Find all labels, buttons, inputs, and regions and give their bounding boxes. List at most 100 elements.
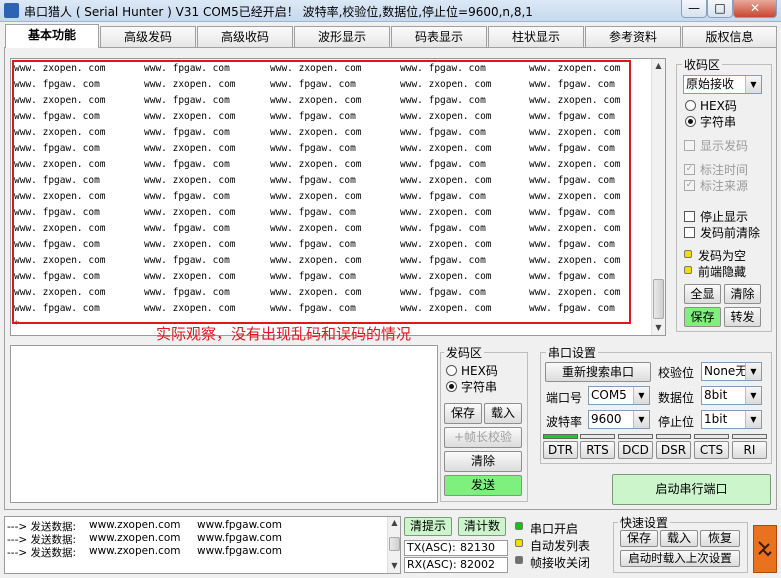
mark-time-label: 标注时间 [700, 163, 749, 177]
rescan-port-button[interactable]: 重新搜索串口 [545, 362, 651, 382]
rx-value: 82002 [460, 558, 495, 571]
dcd-indicator: DCD [618, 441, 653, 459]
baud-select[interactable]: 9600 ▼ [588, 410, 650, 429]
frame-length-check-button[interactable]: +帧长校验 [444, 427, 522, 448]
databits-label: 数据位 [658, 391, 695, 405]
ri-led [732, 434, 767, 439]
scroll-up-icon[interactable]: ▲ [652, 59, 665, 73]
send-log[interactable]: ---> 发送数据: www.zxopen.com www.fpgaw.com ---… [4, 516, 401, 574]
port-select[interactable]: COM5 ▼ [588, 386, 650, 405]
databits-select[interactable]: 8bit ▼ [701, 386, 762, 405]
stopbits-select[interactable]: 1bit ▼ [701, 410, 762, 429]
clear-before-send-checkbox[interactable] [684, 227, 695, 238]
log-scrollbar[interactable]: ▲ ▼ [387, 517, 400, 573]
quick-load-button[interactable]: 载入 [660, 530, 698, 547]
load-last-settings-button[interactable]: 启动时载入上次设置 [620, 550, 740, 567]
mark-time-checkbox[interactable]: ✓ [684, 164, 695, 175]
scroll-down-icon[interactable]: ▼ [388, 560, 401, 572]
recv-radio-hex-label: HEX码 [700, 99, 737, 113]
rts-button[interactable]: RTS [580, 441, 615, 459]
send-radio-string[interactable] [446, 381, 457, 392]
plug-icon [758, 541, 772, 557]
send-clear-button[interactable]: 清除 [444, 451, 522, 472]
send-load-button[interactable]: 载入 [484, 403, 522, 424]
receive-mode-value: 原始接收 [686, 77, 735, 91]
tab-advanced-send[interactable]: 高级发码 [100, 26, 196, 47]
port-value: COM5 [591, 388, 627, 402]
port-open-indicator [515, 522, 523, 530]
receive-settings-title: 收码区 [682, 56, 723, 73]
send-radio-string-label: 字符串 [461, 380, 498, 394]
close-button[interactable]: ✕ [733, 0, 777, 18]
send-radio-hex[interactable] [446, 365, 457, 376]
app-icon [4, 3, 19, 18]
auto-send-label: 自动发列表 [530, 539, 591, 553]
start-port-button[interactable]: 启动串行端口 [612, 474, 771, 505]
chevron-down-icon: ▼ [745, 411, 761, 428]
chevron-down-icon: ▼ [745, 387, 761, 404]
baud-value: 9600 [591, 412, 622, 426]
receive-mode-select[interactable]: 原始接收 ▼ [683, 75, 762, 94]
scroll-up-icon[interactable]: ▲ [388, 517, 401, 529]
show-all-button[interactable]: 全显 [684, 284, 721, 304]
log-line: ---> 发送数据: www.zxopen.com www.fpgaw.com [7, 545, 387, 559]
hide-prefix-indicator [684, 266, 692, 274]
window-title: 串口猎人 ( Serial Hunter ) V31 COM5已经开启！ 波特率… [24, 5, 533, 19]
chevron-down-icon: ▼ [745, 363, 761, 380]
send-save-button[interactable]: 保存 [444, 403, 482, 424]
receive-scrollbar[interactable]: ▲ ▼ [651, 59, 665, 335]
scroll-down-icon[interactable]: ▼ [652, 321, 665, 335]
dtr-led [543, 434, 578, 439]
tab-copyright[interactable]: 版权信息 [682, 26, 777, 47]
tab-code-table[interactable]: 码表显示 [391, 26, 487, 47]
recv-radio-string-label: 字符串 [700, 115, 737, 129]
stopbits-value: 1bit [704, 412, 728, 426]
stop-display-checkbox[interactable] [684, 211, 695, 222]
frame-receive-label: 帧接收关闭 [530, 556, 591, 570]
tab-basic[interactable]: 基本功能 [5, 24, 99, 48]
recv-radio-hex[interactable] [685, 100, 696, 111]
send-button[interactable]: 发送 [444, 475, 522, 496]
send-log-content: ---> 发送数据: www.zxopen.com www.fpgaw.com ---… [7, 519, 387, 559]
log-value: www.fpgaw.com [197, 532, 282, 544]
log-scroll-thumb[interactable] [389, 537, 400, 551]
log-value: www.fpgaw.com [197, 519, 282, 531]
rx-counter: RX(ASC): 82002 [404, 557, 508, 573]
recv-radio-string[interactable] [685, 116, 696, 127]
receive-save-button[interactable]: 保存 [684, 307, 721, 327]
receive-clear-button[interactable]: 清除 [724, 284, 761, 304]
send-empty-label: 发码为空 [698, 249, 747, 263]
tab-advanced-receive[interactable]: 高级收码 [197, 26, 293, 47]
port-label: 端口号 [546, 391, 583, 405]
dtr-button[interactable]: DTR [543, 441, 578, 459]
cts-indicator: CTS [694, 441, 729, 459]
scroll-thumb[interactable] [653, 279, 664, 319]
quick-restore-button[interactable]: 恢复 [700, 530, 740, 547]
chevron-down-icon: ▼ [633, 387, 649, 404]
clear-count-button[interactable]: 清计数 [458, 517, 506, 536]
show-send-checkbox[interactable] [684, 140, 695, 151]
tab-bar-chart[interactable]: 柱状显示 [488, 26, 584, 47]
tab-waveform[interactable]: 波形显示 [294, 26, 390, 47]
forward-button[interactable]: 转发 [724, 307, 761, 327]
highlight-box [12, 60, 631, 324]
ri-indicator: RI [732, 441, 767, 459]
mark-source-checkbox[interactable]: ✓ [684, 180, 695, 191]
log-value: www.fpgaw.com [197, 545, 282, 557]
parity-select[interactable]: None无 ▼ [701, 362, 762, 381]
chevron-down-icon: ▼ [633, 411, 649, 428]
send-textarea[interactable] [10, 345, 438, 503]
databits-value: 8bit [704, 388, 728, 402]
maximize-button[interactable]: □ [707, 0, 733, 18]
dsr-led [656, 434, 691, 439]
clear-hint-button[interactable]: 清提示 [404, 517, 452, 536]
tx-counter: TX(ASC): 82130 [404, 540, 508, 556]
mark-source-label: 标注来源 [700, 179, 749, 193]
stopbits-label: 停止位 [658, 415, 695, 429]
log-value: www.zxopen.com [89, 532, 181, 544]
quick-save-button[interactable]: 保存 [620, 530, 658, 547]
tab-reference[interactable]: 参考资料 [585, 26, 681, 47]
title-bar: 串口猎人 ( Serial Hunter ) V31 COM5已经开启！ 波特率… [0, 0, 781, 22]
minimize-button[interactable]: — [681, 0, 707, 18]
parity-value: None无 [704, 364, 748, 378]
